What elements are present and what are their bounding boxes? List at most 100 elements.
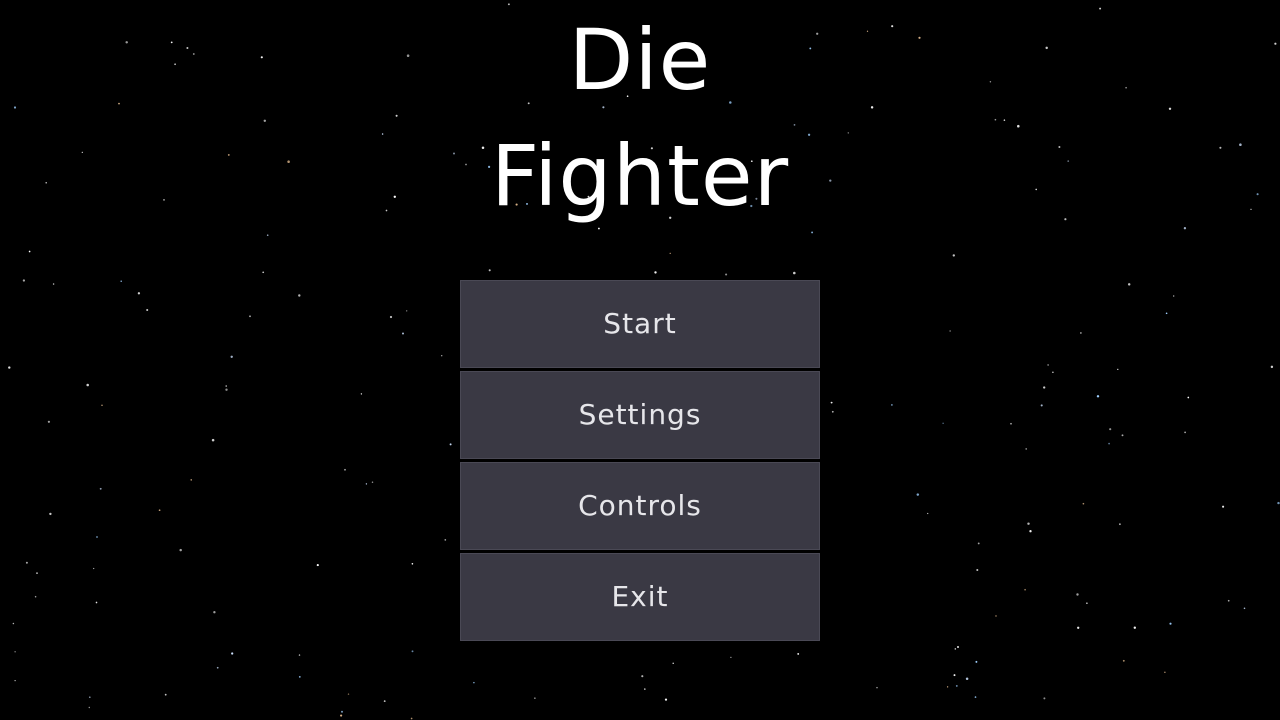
star — [365, 483, 368, 485]
star — [1010, 422, 1012, 425]
star — [949, 330, 951, 332]
star — [1222, 505, 1225, 508]
star — [1164, 671, 1166, 673]
star — [101, 404, 103, 406]
star — [28, 250, 31, 253]
star — [1024, 588, 1026, 591]
star — [797, 652, 800, 655]
star — [1025, 448, 1027, 450]
star — [876, 686, 878, 689]
game-title-line-1: Die — [568, 11, 712, 109]
star — [13, 106, 17, 109]
star — [249, 315, 251, 318]
star — [1277, 501, 1280, 505]
star — [1099, 7, 1102, 10]
star — [22, 279, 26, 282]
star — [641, 675, 644, 678]
star — [340, 714, 343, 717]
star — [263, 119, 267, 123]
star — [534, 697, 536, 699]
star — [34, 595, 37, 598]
exit-button[interactable]: Exit — [460, 553, 820, 641]
star — [946, 686, 949, 688]
star — [488, 269, 491, 272]
star — [1169, 622, 1172, 625]
star — [164, 693, 167, 696]
star — [977, 542, 980, 545]
star — [830, 401, 833, 404]
star — [1043, 697, 1046, 700]
star — [440, 354, 443, 357]
star — [1077, 626, 1080, 629]
star — [916, 493, 920, 496]
star — [411, 650, 414, 653]
star — [1040, 404, 1043, 407]
star — [88, 696, 91, 699]
star — [1165, 312, 1168, 315]
star — [411, 563, 414, 565]
star — [179, 548, 182, 552]
star — [158, 509, 161, 512]
star — [1109, 428, 1112, 431]
main-menu: Start Settings Controls Exit — [460, 280, 820, 644]
star — [664, 698, 668, 701]
star — [449, 443, 452, 446]
star — [891, 404, 893, 406]
star — [410, 717, 413, 720]
star — [1043, 386, 1046, 389]
star — [974, 696, 977, 698]
star — [402, 332, 404, 335]
star — [225, 388, 228, 391]
star — [1017, 124, 1020, 128]
star — [672, 662, 674, 665]
start-button[interactable]: Start — [460, 280, 820, 368]
star — [1096, 395, 1100, 398]
star — [93, 567, 95, 570]
star — [1117, 368, 1119, 371]
star — [216, 666, 219, 669]
star — [952, 254, 955, 257]
star — [953, 674, 956, 677]
star — [1168, 107, 1172, 111]
star — [88, 706, 91, 709]
star — [1270, 365, 1274, 369]
star — [347, 693, 350, 695]
star — [406, 310, 408, 312]
star — [1082, 502, 1085, 505]
star — [597, 227, 600, 230]
star — [793, 271, 796, 275]
settings-button[interactable]: Settings — [460, 371, 820, 459]
star — [316, 564, 319, 567]
star — [14, 651, 16, 653]
star — [371, 481, 374, 483]
star — [669, 252, 671, 255]
star — [25, 561, 28, 564]
star — [52, 283, 55, 285]
star — [507, 3, 510, 6]
star — [230, 355, 233, 358]
star — [1133, 626, 1136, 629]
star — [36, 572, 38, 574]
star — [793, 124, 796, 126]
star — [976, 568, 979, 572]
star — [831, 410, 834, 413]
star — [942, 422, 944, 424]
controls-button[interactable]: Controls — [460, 462, 820, 550]
star — [298, 654, 301, 656]
star — [1080, 332, 1082, 334]
star — [1027, 522, 1030, 525]
star — [1173, 295, 1175, 297]
star — [473, 681, 475, 684]
star — [118, 102, 120, 105]
star — [1047, 364, 1049, 366]
main-menu-screen: Die Fighter Start Settings Controls Exit — [0, 0, 1280, 720]
star — [395, 114, 398, 117]
star — [1086, 602, 1088, 605]
star — [927, 512, 929, 515]
star — [211, 438, 215, 442]
star — [99, 487, 102, 490]
star — [95, 601, 98, 604]
star — [266, 234, 269, 236]
star — [96, 536, 98, 538]
star — [870, 106, 874, 109]
